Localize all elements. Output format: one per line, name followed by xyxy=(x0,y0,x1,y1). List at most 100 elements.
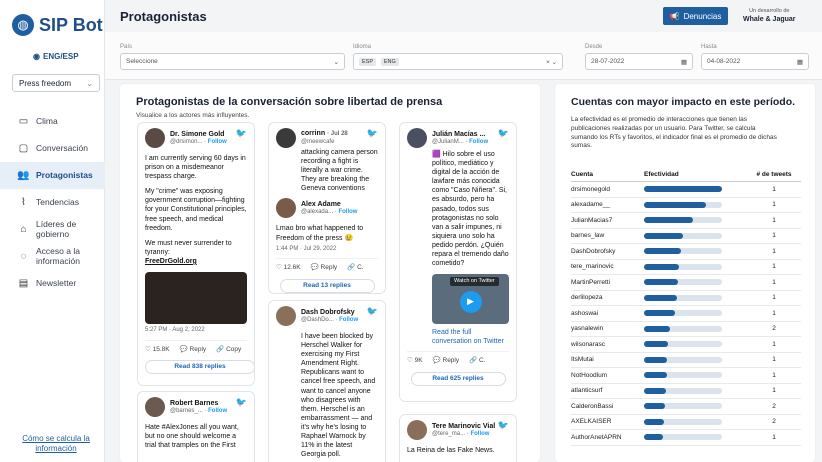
logo[interactable]: ◍ SIP Bot xyxy=(12,14,103,36)
account-name[interactable]: derlilopeza xyxy=(571,294,644,301)
topic-value: Press freedom xyxy=(19,78,72,88)
tweet-count: 1 xyxy=(772,263,776,271)
account-name[interactable]: JulianMacias7 xyxy=(571,217,644,224)
like-button[interactable]: ♡ 15.8K xyxy=(145,346,170,354)
avatar[interactable] xyxy=(407,128,427,148)
sidebar-item-lideres[interactable]: ⌂ Líderes de gobierno xyxy=(0,216,105,243)
tweet-card[interactable]: 🐦 Tere Marinovic Vial @tere_ma... · Foll… xyxy=(399,414,517,462)
sidebar-item-clima[interactable]: ▭ Clima xyxy=(0,108,105,135)
like-button[interactable]: ♡ 9K xyxy=(407,357,423,365)
tweet-card[interactable]: 🐦 Dr. Simone Gold @drsimon... · Follow I… xyxy=(137,122,255,386)
hasta-date[interactable]: 04-08-2022 ▦ xyxy=(701,53,809,70)
reply-button[interactable]: 💬 Reply xyxy=(180,346,207,354)
read-replies-button[interactable]: Read 625 replies xyxy=(410,371,506,386)
twitter-bird-icon: 🐦 xyxy=(235,128,247,138)
follow-link[interactable]: Follow xyxy=(339,317,358,323)
language-toggle[interactable]: ◉ ENG/ESP xyxy=(33,52,79,61)
account-name[interactable]: drsimonegold xyxy=(571,186,644,193)
read-replies-button[interactable]: Read 838 replies xyxy=(145,360,254,375)
sidebar-item-acceso[interactable]: ◌ Acceso a la información xyxy=(0,243,105,270)
account-name[interactable]: AuthorAnetAPRN xyxy=(571,434,644,441)
tweet-text: Lmao bro what happened to Freedom of the… xyxy=(276,225,364,242)
sidebar-item-conversacion[interactable]: ▢ Conversación xyxy=(0,135,105,162)
avatar[interactable] xyxy=(145,397,165,417)
bar-fill xyxy=(644,434,663,441)
effectiveness-bar xyxy=(644,279,749,286)
table-body: drsimonegold 1 alexadame__ 1 JulianMacias7 1 b… xyxy=(571,182,801,446)
dev-small: Un desarrollo de xyxy=(749,8,790,14)
account-name[interactable]: alexadame__ xyxy=(571,201,644,208)
read-replies-button[interactable]: Read 13 replies xyxy=(279,278,375,293)
sidebar-item-tendencias[interactable]: ⌇ Tendencias xyxy=(0,189,105,216)
desde-date[interactable]: 28-07-2022 ▦ xyxy=(585,53,693,70)
account-name[interactable]: ItsMutai xyxy=(571,356,644,363)
table-row: CalderonBassi 2 xyxy=(571,399,801,415)
bar-fill xyxy=(644,279,678,286)
sidebar-item-protagonistas[interactable]: 👥 Protagonistas xyxy=(0,162,105,189)
avatar[interactable] xyxy=(145,128,165,148)
account-name[interactable]: barnes_law xyxy=(571,232,644,239)
account-name[interactable]: CalderonBassi xyxy=(571,403,644,410)
full-conversation-link[interactable]: Read the full conversation on Twitter xyxy=(407,328,509,346)
pais-select[interactable]: Seleccione ⌄ xyxy=(120,53,345,70)
idioma-select[interactable]: ESP ENG × ⌄ xyxy=(353,53,563,70)
tweet-card[interactable]: 🐦 corrinn · Jul 28 @meewcafe attacking c… xyxy=(268,122,386,294)
bar-fill xyxy=(644,186,722,193)
topic-select[interactable]: Press freedom ⌄ xyxy=(12,74,100,92)
like-button[interactable]: ♡ 12.6K xyxy=(276,264,301,272)
follow-link[interactable]: Follow xyxy=(470,431,489,437)
tweet-handle: @tere_ma... xyxy=(432,430,466,437)
avatar[interactable] xyxy=(407,420,427,440)
denuncias-button[interactable]: 📢 Denuncias xyxy=(663,7,728,25)
account-name[interactable]: atlanticsurf xyxy=(571,387,644,394)
copy-button[interactable]: 🔗 C. xyxy=(469,357,485,365)
clear-icon[interactable]: × ⌄ xyxy=(546,58,557,66)
copy-label: Copy xyxy=(226,345,242,353)
tweet-author: Dr. Simone Gold xyxy=(170,130,225,138)
account-name[interactable]: AXELKAISER xyxy=(571,418,644,425)
tweet-count: 1 xyxy=(772,340,776,348)
tweet-timestamp[interactable]: 1:44 PM · Jul 29, 2022 xyxy=(276,246,378,254)
twitter-bird-icon: 🐦 xyxy=(366,306,378,316)
protagonistas-card: Protagonistas de la conversación sobre l… xyxy=(120,84,540,462)
tweet-count: 2 xyxy=(772,402,776,410)
follow-link[interactable]: Follow xyxy=(469,139,488,145)
avatar[interactable] xyxy=(276,306,296,326)
account-name[interactable]: NotHoodlum xyxy=(571,372,644,379)
avatar[interactable] xyxy=(276,128,296,148)
idioma-label: Idioma xyxy=(353,44,372,50)
follow-link[interactable]: Follow xyxy=(208,139,227,145)
follow-link[interactable]: Follow xyxy=(208,408,227,414)
reply-button[interactable]: 💬 Reply xyxy=(311,264,338,272)
chip-esp[interactable]: ESP xyxy=(359,58,377,66)
copy-button[interactable]: 🔗 C. xyxy=(347,264,363,272)
account-name[interactable]: wilsonarasc xyxy=(571,341,644,348)
copy-button[interactable]: 🔗 Copy xyxy=(216,346,241,354)
tweet-timestamp[interactable]: 5:27 PM · Aug 2, 2022 xyxy=(145,327,247,335)
tweet-card[interactable]: 🐦 Julián Macías ... @JulianM... · Follow… xyxy=(399,122,517,402)
reply-button[interactable]: 💬 Reply xyxy=(433,357,460,365)
account-name[interactable]: MartinPerretti xyxy=(571,279,644,286)
twitter-bird-icon: 🐦 xyxy=(497,420,509,430)
avatar[interactable] xyxy=(276,198,296,219)
account-name[interactable]: yasnalewin xyxy=(571,325,644,332)
account-name[interactable]: ashoswai xyxy=(571,310,644,317)
sidebar-nav: ▭ Clima ▢ Conversación 👥 Protagonistas ⌇… xyxy=(0,108,105,297)
tweet-card[interactable]: 🐦 Dash Dobrofsky @DashDo... · Follow I h… xyxy=(268,300,386,462)
card-title: Cuentas con mayor impacto en este períod… xyxy=(571,96,796,108)
tweet-count: 1 xyxy=(772,278,776,286)
tweet-media[interactable] xyxy=(145,272,247,325)
chip-eng[interactable]: ENG xyxy=(380,58,399,66)
accounts-table: Cuenta Efectividad # de tweets drsimoneg… xyxy=(571,168,801,446)
account-name[interactable]: tere_marinovic xyxy=(571,263,644,270)
play-icon[interactable]: ▶ xyxy=(459,290,482,313)
tweet-link[interactable]: FreeDrGold.org xyxy=(145,258,197,265)
account-name[interactable]: DashDobrofsky xyxy=(571,248,644,255)
follow-link[interactable]: Follow xyxy=(338,209,357,215)
tweet-card[interactable]: 🐦 Robert Barnes @barnes_... · Follow Hat… xyxy=(137,391,255,462)
effectiveness-bar xyxy=(644,294,749,301)
tweet-author: corrinn xyxy=(301,130,326,138)
video-preview[interactable]: Watch on Twitter ▶ xyxy=(432,274,509,325)
sidebar-item-newsletter[interactable]: ▤ Newsletter xyxy=(0,270,105,297)
help-link[interactable]: Cómo se calcula la información xyxy=(20,434,92,453)
